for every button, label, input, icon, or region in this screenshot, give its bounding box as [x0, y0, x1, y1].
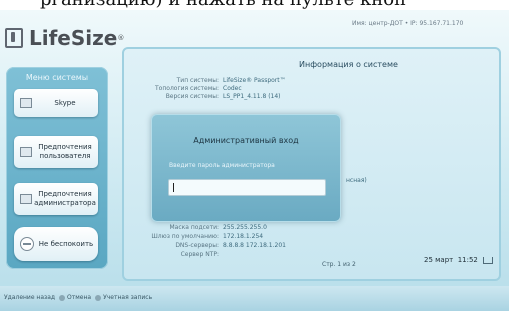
admin-preferences-icon	[20, 194, 32, 204]
user-preferences-button[interactable]: Предпочтения пользователя	[14, 136, 98, 168]
bottom-hint-bar: Удаление назад Отмена Учетная запись	[0, 286, 509, 311]
info-row: Сервер NTP:	[124, 251, 223, 258]
do-not-disturb-icon	[20, 237, 34, 251]
cancel-hint: Отмена	[67, 294, 92, 301]
text-caret	[173, 183, 174, 192]
do-not-disturb-button[interactable]: Не беспокоить	[14, 227, 98, 261]
info-row: Маска подсети: 255.255.255.0	[124, 224, 267, 231]
remote-hints: Удаление назад Отмена Учетная запись	[4, 294, 152, 301]
admin-login-title: Административный вход	[193, 136, 299, 145]
time-label: 11:52	[457, 256, 478, 264]
info-key: Маска подсети:	[169, 224, 219, 231]
admin-password-input[interactable]	[168, 179, 326, 196]
info-key: Сервер NTP:	[180, 251, 219, 258]
info-key: Тип системы:	[176, 77, 219, 84]
skype-label: Skype	[54, 98, 76, 107]
lifesize-screen: LifeSize ® Имя: центр-ДОТ • IP: 95.167.71…	[0, 10, 509, 311]
info-key: Топология системы:	[155, 85, 219, 92]
info-row: Шлюз по умолчанию: 172.18.1.254	[124, 233, 263, 240]
account-hint: Учетная запись	[103, 294, 153, 301]
top-caption: рганизацию) и нажать на пульте кноп	[0, 0, 509, 10]
info-value: 172.18.1.254	[223, 233, 264, 240]
info-value: Codec	[223, 85, 242, 92]
account-key-icon	[95, 294, 102, 301]
network-icon	[482, 256, 493, 264]
info-key: DNS-серверы:	[175, 242, 219, 249]
info-value: 255.255.255.0	[223, 224, 267, 231]
info-row: Топология системы: Codec	[124, 85, 242, 92]
info-key: Шлюз по умолчанию:	[151, 233, 219, 240]
backspace-hint: Удаление назад	[4, 294, 56, 301]
date-time: 25 март 11:52	[424, 256, 493, 264]
system-menu-title: Меню системы	[25, 73, 89, 82]
system-info-title: Информация о системе	[299, 60, 398, 69]
info-value: LS_PP1_4.11.8 (14)	[223, 93, 281, 100]
caption-text: рганизацию) и нажать на пульте кноп	[40, 0, 406, 10]
skype-icon	[20, 98, 32, 108]
admin-preferences-label: Предпочтения администратора	[34, 190, 96, 207]
brand-mark: ®	[117, 34, 125, 42]
host-info: Имя: центр-ДОТ • IP: 95.167.71.170	[352, 20, 464, 27]
clipped-info-text: нсная)	[346, 177, 367, 184]
skype-button[interactable]: Skype	[14, 89, 98, 117]
info-value: LifeSize® Passport™	[223, 77, 286, 84]
info-row: Тип системы: LifeSize® Passport™	[124, 77, 286, 84]
brand-logo: LifeSize ®	[5, 26, 124, 50]
do-not-disturb-label: Не беспокоить	[38, 239, 94, 248]
user-preferences-icon	[20, 147, 32, 157]
brand-name: LifeSize	[29, 26, 118, 50]
admin-preferences-button[interactable]: Предпочтения администратора	[14, 183, 98, 215]
admin-login-dialog: Административный вход Введите пароль адм…	[151, 114, 341, 222]
cancel-key-icon	[59, 294, 66, 301]
info-key: Версия системы:	[165, 93, 219, 100]
info-row: Версия системы: LS_PP1_4.11.8 (14)	[124, 93, 281, 100]
info-row: DNS-серверы: 8.8.8.8 172.18.1.201	[124, 242, 286, 249]
page-indicator: Стр. 1 из 2	[322, 261, 356, 268]
lifesize-logo-icon	[5, 28, 23, 48]
system-menu: Меню системы Skype Предпочтения пользова…	[6, 67, 108, 269]
user-preferences-label: Предпочтения пользователя	[38, 143, 92, 160]
date-label: 25 март	[424, 256, 454, 264]
password-prompt: Введите пароль администратора	[169, 162, 275, 169]
info-value: 8.8.8.8 172.18.1.201	[223, 242, 286, 249]
